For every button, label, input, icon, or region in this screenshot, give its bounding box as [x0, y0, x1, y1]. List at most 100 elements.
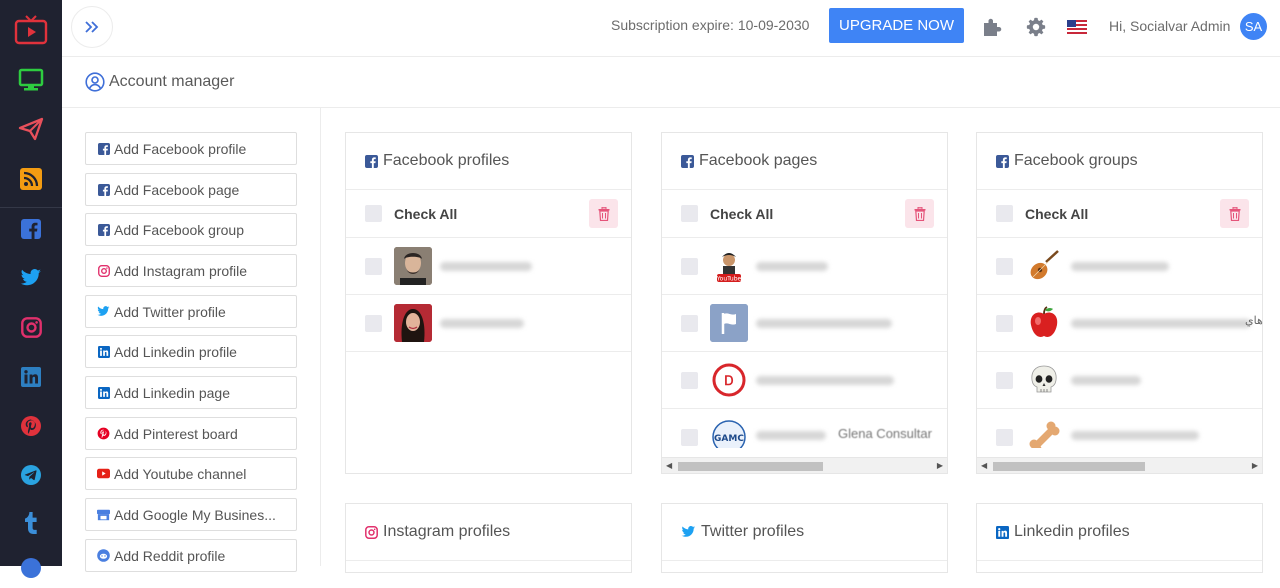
item-checkbox[interactable]	[996, 372, 1013, 389]
instagram-profiles-card: Instagram profiles	[345, 503, 632, 573]
scrollbar-thumb[interactable]	[993, 462, 1145, 471]
rail-item-pinterest[interactable]	[0, 406, 62, 446]
profile-avatar	[394, 304, 432, 342]
check-all-checkbox[interactable]	[365, 205, 382, 222]
card-title: Facebook pages	[699, 152, 818, 169]
check-all-label: Check All	[394, 206, 458, 222]
add-reddit-profile-button[interactable]: Add Reddit profile	[85, 539, 297, 572]
item-checkbox[interactable]	[365, 258, 382, 275]
facebook-icon	[681, 154, 694, 168]
rss-icon	[20, 168, 42, 190]
item-checkbox[interactable]	[996, 315, 1013, 332]
sidebar-toggle-button[interactable]	[71, 6, 113, 48]
youtube-icon	[97, 467, 110, 480]
item-checkbox[interactable]	[681, 315, 698, 332]
add-button-label: Add Pinterest board	[114, 425, 238, 442]
add-facebook-profile-button[interactable]: Add Facebook profile	[85, 132, 297, 165]
check-all-checkbox[interactable]	[996, 205, 1013, 222]
upgrade-now-button[interactable]: UPGRADE NOW	[829, 8, 964, 43]
add-pinterest-board-button[interactable]: Add Pinterest board	[85, 417, 297, 450]
facebook-icon	[97, 183, 110, 196]
item-checkbox[interactable]	[681, 372, 698, 389]
item-checkbox[interactable]	[996, 429, 1013, 446]
blurred-account-name	[756, 319, 892, 328]
facebook-icon	[365, 154, 378, 168]
rail-item-linkedin[interactable]	[0, 357, 62, 397]
page-subheader: Account manager	[62, 57, 1280, 108]
group-avatar	[1025, 418, 1063, 448]
linkedin-profiles-card: Linkedin profiles	[976, 503, 1263, 573]
rail-item-telegram[interactable]	[0, 455, 62, 495]
check-all-checkbox[interactable]	[681, 205, 698, 222]
delete-selected-button[interactable]	[589, 199, 618, 228]
flag-icon	[710, 304, 748, 342]
add-button-label: Add Linkedin profile	[114, 343, 237, 360]
scroll-left-arrow[interactable]: ◀	[666, 461, 672, 470]
avatar[interactable]: SA	[1240, 13, 1267, 40]
page-title: Account manager	[109, 73, 235, 90]
item-checkbox[interactable]	[681, 258, 698, 275]
rail-item-youtube-tv[interactable]	[0, 10, 62, 50]
addons-button[interactable]	[979, 14, 1005, 40]
add-google-my-business-button[interactable]: Add Google My Busines...	[85, 498, 297, 531]
rail-item-send[interactable]	[0, 109, 62, 149]
add-facebook-group-button[interactable]: Add Facebook group	[85, 213, 297, 246]
svg-text:Ꭰ: Ꭰ	[725, 374, 734, 389]
blurred-account-name	[1071, 319, 1251, 328]
puzzle-icon	[984, 18, 1002, 36]
rail-item-more[interactable]	[0, 548, 62, 588]
rail-item-instagram[interactable]	[0, 307, 62, 347]
add-button-label: Add Reddit profile	[114, 547, 226, 564]
scroll-right-arrow[interactable]: ▶	[937, 461, 943, 470]
instagram-icon	[20, 316, 42, 338]
horizontal-scrollbar[interactable]: ◀ ▶	[662, 457, 947, 473]
reddit-icon	[97, 549, 110, 562]
rail-item-tumblr[interactable]	[0, 503, 62, 543]
rail-item-facebook[interactable]	[0, 209, 62, 249]
blurred-account-name	[756, 376, 894, 385]
blurred-account-name	[1071, 376, 1141, 385]
gear-icon	[1026, 17, 1046, 37]
delete-selected-button[interactable]	[905, 199, 934, 228]
pinterest-icon	[21, 416, 41, 436]
item-checkbox[interactable]	[996, 258, 1013, 275]
skull-icon	[1031, 365, 1057, 393]
trash-icon	[598, 206, 609, 221]
facebook-icon	[97, 223, 110, 236]
list-item: هاي	[977, 295, 1263, 352]
youtube-tv-icon	[14, 15, 48, 45]
item-checkbox[interactable]	[681, 429, 698, 446]
scroll-left-arrow[interactable]: ◀	[981, 461, 987, 470]
scrollbar-thumb[interactable]	[678, 462, 823, 471]
item-checkbox[interactable]	[365, 315, 382, 332]
add-button-label: Add Linkedin page	[114, 384, 230, 401]
add-facebook-page-button[interactable]: Add Facebook page	[85, 173, 297, 206]
svg-text:YouTube: YouTube	[716, 276, 742, 283]
list-item	[977, 409, 1262, 448]
add-button-label: Add Youtube channel	[114, 465, 247, 482]
delete-selected-button[interactable]	[1220, 199, 1249, 228]
telegram-icon	[21, 465, 41, 485]
add-linkedin-profile-button[interactable]: Add Linkedin profile	[85, 335, 297, 368]
list-item	[977, 238, 1262, 295]
scroll-right-arrow[interactable]: ▶	[1252, 461, 1258, 470]
add-twitter-profile-button[interactable]: Add Twitter profile	[85, 295, 297, 328]
user-greeting[interactable]: Hi, Socialvar Admin	[1109, 18, 1230, 34]
check-all-label: Check All	[710, 206, 774, 222]
rail-item-rss[interactable]	[0, 159, 62, 199]
card-title: Facebook profiles	[383, 152, 510, 169]
pinterest-icon	[97, 427, 110, 440]
page-avatar: Ꭰ	[710, 361, 748, 399]
add-instagram-profile-button[interactable]: Add Instagram profile	[85, 254, 297, 287]
rail-item-twitter[interactable]	[0, 258, 62, 298]
language-selector[interactable]	[1064, 14, 1090, 40]
instagram-icon	[97, 264, 110, 277]
instagram-icon	[365, 525, 378, 539]
horizontal-scrollbar[interactable]: ◀ ▶	[977, 457, 1262, 473]
settings-button[interactable]	[1023, 14, 1049, 40]
add-linkedin-page-button[interactable]: Add Linkedin page	[85, 376, 297, 409]
add-youtube-channel-button[interactable]: Add Youtube channel	[85, 457, 297, 490]
list-item: YouTube	[662, 238, 947, 295]
list-item	[346, 295, 631, 352]
rail-item-monitor[interactable]	[0, 60, 62, 100]
